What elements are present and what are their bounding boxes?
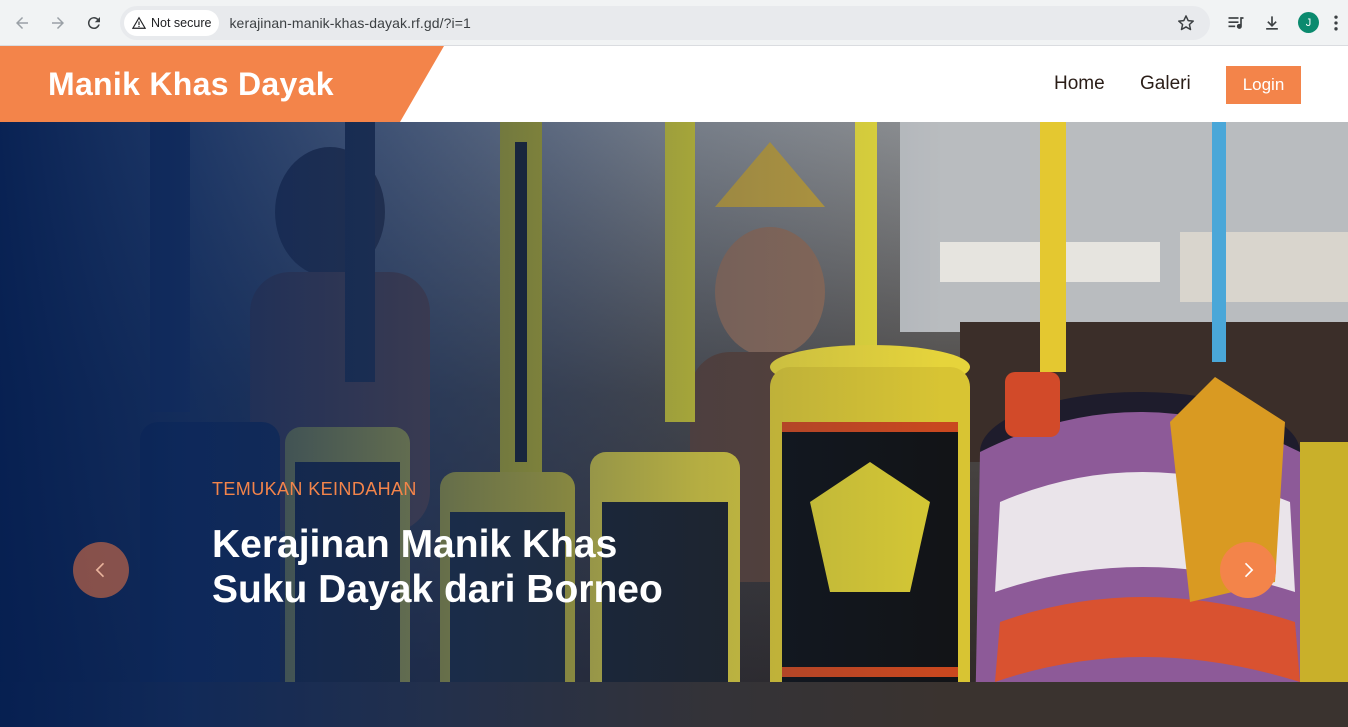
security-label: Not secure	[151, 16, 212, 30]
forward-arrow-icon	[52, 17, 64, 29]
site-logo[interactable]: Manik Khas Dayak	[48, 66, 334, 103]
kebab-menu-icon[interactable]	[1330, 13, 1342, 33]
warning-icon	[132, 16, 146, 29]
back-button[interactable]	[8, 9, 36, 37]
hero-headline-line-1: Kerajinan Manik Khas	[212, 523, 618, 566]
hero-carousel: TEMUKAN KEINDAHAN Kerajinan Manik Khas S…	[0, 122, 1348, 727]
chevron-right-icon	[1244, 562, 1254, 578]
nav-galeri[interactable]: Galeri	[1140, 73, 1191, 95]
address-bar[interactable]: Not secure kerajinan-manik-khas-dayak.rf…	[120, 6, 1210, 40]
forward-button[interactable]	[44, 9, 72, 37]
nav-home[interactable]: Home	[1054, 73, 1105, 95]
hero-caption: TEMUKAN KEINDAHAN Kerajinan Manik Khas S…	[212, 479, 732, 612]
profile-avatar[interactable]: J	[1298, 12, 1319, 33]
carousel-prev-button[interactable]	[73, 542, 129, 598]
reload-icon	[87, 17, 100, 30]
login-button[interactable]: Login	[1226, 66, 1301, 104]
browser-toolbar: Not secure kerajinan-manik-khas-dayak.rf…	[0, 0, 1348, 46]
chevron-left-icon	[95, 562, 105, 578]
url-text[interactable]: kerajinan-manik-khas-dayak.rf.gd/?i=1	[229, 15, 470, 31]
back-arrow-icon	[16, 17, 28, 29]
reload-button[interactable]	[80, 9, 108, 37]
hero-eyebrow: TEMUKAN KEINDAHAN	[212, 479, 417, 499]
security-chip[interactable]: Not secure	[124, 10, 220, 36]
hero-headline-line-2: Suku Dayak dari Borneo	[212, 568, 663, 611]
site-header: Manik Khas Dayak Home Galeri Login	[0, 46, 1348, 122]
carousel-next-button[interactable]	[1220, 542, 1276, 598]
media-controls-icon[interactable]	[1226, 13, 1246, 33]
hero-overlay	[0, 122, 1348, 727]
star-icon[interactable]	[1176, 13, 1196, 33]
hero-headline: Kerajinan Manik Khas Suku Dayak dari Bor…	[212, 522, 732, 612]
download-icon[interactable]	[1262, 13, 1282, 33]
